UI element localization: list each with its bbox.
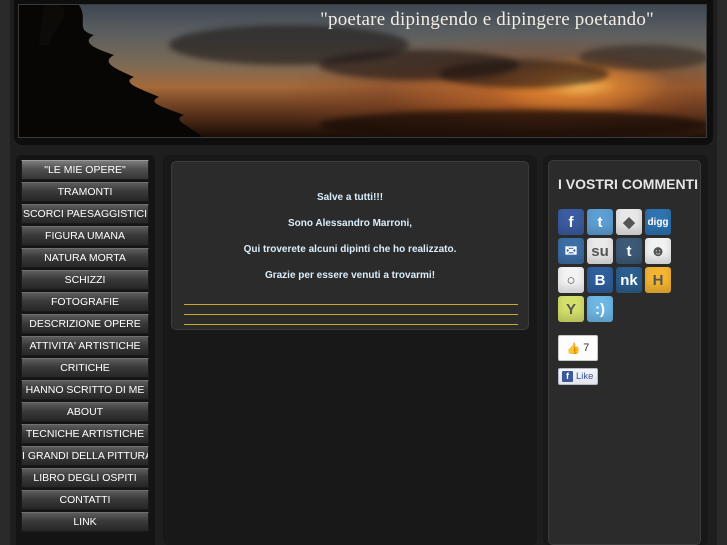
stumbleupon-icon[interactable]: su	[587, 238, 613, 264]
nav-item-link[interactable]: LINK	[21, 512, 149, 532]
facebook-icon[interactable]: f	[558, 209, 584, 235]
main-content: Salve a tutti!!! Sono Alessandro Marroni…	[163, 155, 537, 545]
nav-item-tecniche-artistiche[interactable]: TECNICHE ARTISTICHE	[21, 424, 149, 444]
nav-item-le-mie-opere[interactable]: "LE MIE OPERE"	[21, 160, 149, 180]
nav-item-attivita-artistiche[interactable]: ATTIVITA' ARTISTICHE	[21, 336, 149, 356]
google-bookmarks-icon[interactable]: ◆	[616, 209, 642, 235]
share-buttons: f t ◆ digg ✉ su t ☻ ○ Bnk H Y:)	[558, 209, 678, 322]
divider	[184, 304, 518, 305]
nav-item-natura-morta[interactable]: NATURA MORTA	[21, 248, 149, 268]
nav-item-i-grandi-della-pittura[interactable]: I GRANDI DELLA PITTURA	[21, 446, 149, 466]
nav-item-scorci-paesaggistici[interactable]: SCORCI PAESAGGISTICI	[21, 204, 149, 224]
like-count-box: 👍 7	[558, 335, 598, 361]
site-motto: "poetare dipingendo e dipingere poetando…	[320, 9, 654, 30]
like-count: 7	[583, 342, 590, 354]
divider	[184, 324, 518, 325]
chat-icon[interactable]: :)	[587, 296, 613, 322]
cloud-shape	[579, 45, 706, 70]
sunset-banner: "poetare dipingendo e dipingere poetando…	[18, 4, 707, 138]
thanks-text: Grazie per essere venuti a trovarmi!	[264, 270, 436, 281]
twitter-icon[interactable]: t	[587, 209, 613, 235]
nav-item-contatti[interactable]: CONTATTI	[21, 490, 149, 510]
comments-title: I VOSTRI COMMENTI	[558, 176, 698, 192]
tumblr-icon[interactable]: t	[616, 238, 642, 264]
hyves-icon[interactable]: H	[645, 267, 671, 293]
left-navigation: "LE MIE OPERE" TRAMONTI SCORCI PAESAGGISTI…	[16, 155, 155, 545]
blogger-icon[interactable]: B	[587, 267, 613, 293]
like-button-label: Like	[576, 371, 594, 382]
nav-item-descrizione-opere[interactable]: DESCRIZIONE OPERE	[21, 314, 149, 334]
facebook-like-button[interactable]: f Like	[558, 368, 598, 385]
description-text: Qui troverete alcuni dipinti che ho real…	[243, 244, 457, 255]
greeting-text: Salve a tutti!!!	[316, 192, 384, 203]
divider	[184, 314, 518, 315]
reddit-icon[interactable]: ☻	[645, 238, 671, 264]
nav-item-critiche[interactable]: CRITICHE	[21, 358, 149, 378]
nav-item-fotografie[interactable]: FOTOGRAFIE	[21, 292, 149, 312]
myspace-icon[interactable]: ○	[558, 267, 584, 293]
thumbs-up-icon: 👍	[566, 342, 581, 355]
nav-item-libro-degli-ospiti[interactable]: LIBRO DEGLI OSPITI	[21, 468, 149, 488]
nav-item-schizzi[interactable]: SCHIZZI	[21, 270, 149, 290]
nav-item-hanno-scritto-di-me[interactable]: HANNO SCRITTO DI ME	[21, 380, 149, 400]
email-icon[interactable]: ✉	[558, 238, 584, 264]
facebook-icon: f	[562, 371, 573, 382]
cloud-shape	[439, 60, 609, 88]
nav-item-figura-umana[interactable]: FIGURA UMANA	[21, 226, 149, 246]
tree-silhouette-icon	[19, 5, 202, 137]
cloud-shape	[319, 110, 706, 137]
digg-icon[interactable]: digg	[645, 209, 671, 235]
nav-item-about[interactable]: ABOUT	[21, 402, 149, 422]
comments-panel: I VOSTRI COMMENTI f t ◆ digg ✉ su t ☻ ○ Bnk H Y:) 👍…	[548, 160, 701, 545]
netvibes-icon[interactable]: nk	[616, 267, 642, 293]
author-intro-text: Sono Alessandro Marroni,	[287, 218, 413, 229]
welcome-panel: Salve a tutti!!! Sono Alessandro Marroni…	[171, 161, 529, 330]
right-sidebar: I VOSTRI COMMENTI f t ◆ digg ✉ su t ☻ ○ Bnk H Y:) 👍…	[543, 155, 708, 545]
yahoo-buzz-icon[interactable]: Y	[558, 296, 584, 322]
nav-item-tramonti[interactable]: TRAMONTI	[21, 182, 149, 202]
